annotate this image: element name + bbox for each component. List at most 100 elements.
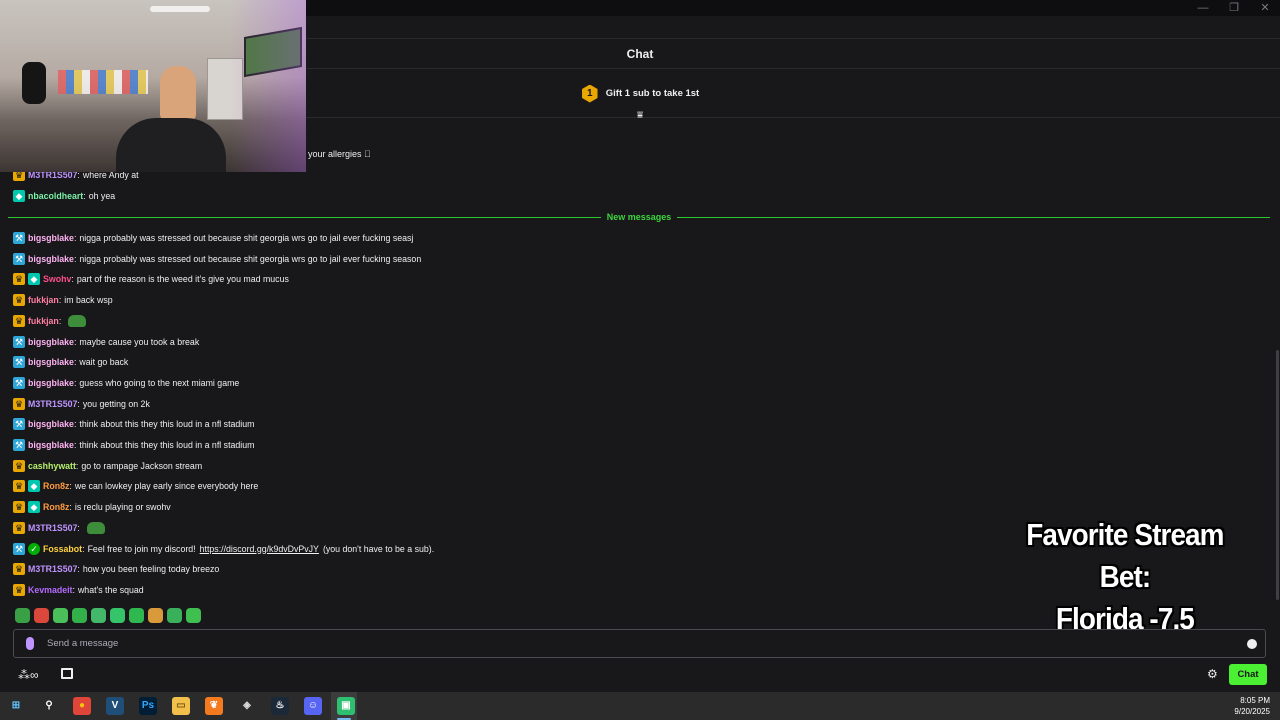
chat-message-text: wait go back: [79, 357, 129, 368]
separator: :: [72, 584, 75, 595]
chat-message: ⚒ bigsgblake: nigga probably was stressed …: [13, 252, 421, 266]
emote-icon[interactable]: [148, 608, 163, 623]
crown-badge-icon[interactable]: ♛: [13, 314, 25, 327]
crown-badge-icon[interactable]: ♛: [13, 521, 25, 534]
emote-icon[interactable]: [186, 608, 201, 623]
emote-icon[interactable]: [129, 608, 144, 623]
search-icon[interactable]: ⚲: [40, 697, 58, 715]
chat-username[interactable]: M3TR1S507: [28, 399, 77, 409]
chat-message-text: you getting on 2k: [82, 398, 150, 409]
minimize-button[interactable]: —: [1188, 0, 1218, 16]
store-icon[interactable]: [61, 668, 73, 679]
chat-message-text: go to rampage Jackson stream: [81, 460, 203, 471]
chrome-icon[interactable]: ●: [73, 697, 91, 715]
vip-badge-icon[interactable]: ◆: [13, 189, 25, 202]
channel-points-icon[interactable]: ⁂∞: [18, 668, 39, 682]
chat-input[interactable]: Send a message: [13, 629, 1266, 658]
chat-message: ♛ ◆ Swohv: part of the reason is the weed i…: [13, 272, 289, 286]
close-button[interactable]: ✕: [1250, 0, 1280, 16]
chat-username[interactable]: bigsgblake: [28, 337, 74, 347]
emote-icon[interactable]: [72, 608, 87, 623]
vip-badge-icon[interactable]: ◆: [28, 501, 40, 514]
discord-icon[interactable]: ☺: [304, 697, 322, 715]
emote-icon[interactable]: [167, 608, 182, 623]
gator-emote[interactable]: [86, 521, 105, 534]
system-clock[interactable]: 8:05 PM 9/20/2025: [1234, 695, 1270, 717]
chat-username[interactable]: bigsgblake: [28, 440, 74, 450]
chat-message-text: how you been feeling today breezo: [82, 564, 220, 575]
divider-rule: [8, 216, 601, 218]
microphone-icon[interactable]: [26, 637, 34, 650]
crown-badge-icon[interactable]: ♛: [13, 397, 25, 410]
separator: :: [77, 398, 80, 409]
discord-link[interactable]: https://discord.gg/k9dvDvPvJY: [200, 544, 319, 554]
streaming-app-icon[interactable]: ▣: [337, 697, 355, 715]
chat-footer: ⁂∞ ⚙ Chat: [0, 662, 1280, 688]
vegas-icon[interactable]: V: [106, 697, 124, 715]
expand-icon[interactable]: ⩸: [634, 111, 646, 121]
chat-username[interactable]: M3TR1S507: [28, 564, 77, 574]
chat-username[interactable]: fukkjan: [28, 316, 59, 326]
emote-icon[interactable]: [34, 608, 49, 623]
mod-badge-icon[interactable]: ⚒: [13, 418, 25, 431]
chat-username[interactable]: Kevmadeit: [28, 585, 73, 595]
verified-badge-icon[interactable]: ✓: [28, 542, 40, 555]
clock-date: 9/20/2025: [1234, 707, 1270, 716]
maximize-button[interactable]: ❐: [1219, 0, 1249, 16]
chat-message: ⚒ bigsgblake: wait go back: [13, 355, 128, 369]
separator: :: [73, 377, 77, 388]
chat-send-button[interactable]: Chat: [1229, 664, 1267, 685]
chat-scrollbar[interactable]: [1276, 350, 1279, 600]
chat-username[interactable]: Ron8z: [43, 502, 69, 512]
chat-message: ♛ Kevmadeit: what's the squad: [13, 583, 144, 597]
separator: :: [73, 233, 77, 243]
microphone: [22, 62, 46, 104]
gear-icon[interactable]: ⚙: [1207, 667, 1218, 681]
chat-message-text: think about this they this loud in a nfl…: [79, 440, 255, 450]
emote-icon[interactable]: [91, 608, 106, 623]
crown-badge-icon[interactable]: ♛: [13, 294, 25, 307]
mod-badge-icon[interactable]: ⚒: [13, 232, 25, 244]
vip-badge-icon[interactable]: ◆: [28, 273, 40, 286]
chat-message-text: what's the squad: [77, 584, 144, 595]
chat-username[interactable]: bigsgblake: [28, 254, 74, 264]
mod-badge-icon[interactable]: ⚒: [13, 439, 25, 451]
bear-figure: [160, 66, 196, 122]
vip-badge-icon[interactable]: ◆: [28, 480, 40, 493]
chat-username[interactable]: cashhywatt: [28, 461, 76, 471]
photoshop-icon[interactable]: Ps: [139, 697, 157, 715]
chat-username[interactable]: Swohv: [43, 274, 71, 284]
chat-username[interactable]: bigsgblake: [28, 419, 74, 429]
steam-icon[interactable]: ♨: [271, 697, 289, 715]
crown-badge-icon[interactable]: ♛: [13, 501, 25, 514]
crown-badge-icon[interactable]: ♛: [13, 459, 25, 472]
mod-badge-icon[interactable]: ⚒: [13, 356, 25, 369]
mod-badge-icon[interactable]: ⚒: [13, 542, 25, 555]
emote-icon[interactable]: [15, 608, 30, 623]
app-icon[interactable]: ◈: [238, 697, 256, 715]
mod-badge-icon[interactable]: ⚒: [13, 335, 25, 348]
chat-username[interactable]: bigsgblake: [28, 233, 74, 243]
chat-username[interactable]: M3TR1S507: [28, 523, 77, 533]
crown-badge-icon[interactable]: ♛: [13, 480, 25, 493]
emoji-picker-icon[interactable]: [1247, 639, 1257, 649]
chat-username[interactable]: bigsgblake: [28, 378, 74, 388]
chat-message-text: im back wsp: [64, 295, 113, 306]
chat-username[interactable]: bigsgblake: [28, 357, 74, 367]
emote-icon[interactable]: [110, 608, 125, 623]
fl-studio-icon[interactable]: ❦: [205, 697, 223, 715]
mod-badge-icon[interactable]: ⚒: [13, 252, 25, 265]
chat-username[interactable]: fukkjan: [28, 295, 59, 305]
start-icon[interactable]: ⊞: [7, 697, 25, 715]
mod-badge-icon[interactable]: ⚒: [13, 376, 25, 389]
emote-icon[interactable]: [53, 608, 68, 623]
separator: :: [69, 502, 72, 513]
crown-badge-icon[interactable]: ♛: [13, 563, 25, 576]
crown-badge-icon[interactable]: ♛: [13, 273, 25, 286]
file-explorer-icon[interactable]: ▭: [172, 697, 190, 715]
chat-username[interactable]: nbacoldheart: [28, 191, 83, 201]
crown-badge-icon[interactable]: ♛: [13, 583, 25, 596]
pepe-emote[interactable]: [68, 314, 87, 327]
chat-username[interactable]: Ron8z: [43, 481, 69, 491]
chat-username[interactable]: Fossabot: [43, 544, 82, 554]
